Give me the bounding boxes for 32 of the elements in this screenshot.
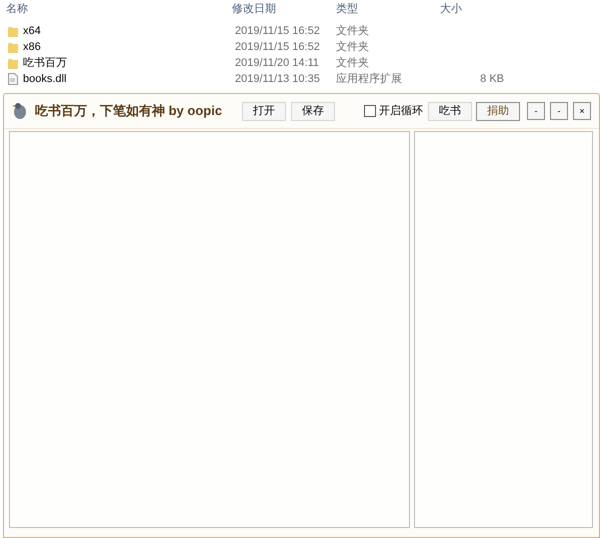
bird-icon — [12, 101, 28, 121]
file-name[interactable]: 吃书百万 — [23, 54, 67, 72]
column-header[interactable]: 大小 — [438, 0, 498, 18]
column-header[interactable]: 名称 — [0, 0, 230, 18]
window-title: 吃书百万，下笔如有神 by oopic — [35, 102, 222, 120]
folder-icon — [8, 42, 18, 52]
file-type: 文件夹 — [335, 40, 370, 55]
column-header[interactable]: 类型 — [334, 0, 438, 18]
action-button[interactable]: 吃书 — [428, 102, 472, 120]
file-date: 2019/11/13 10:35 — [234, 72, 321, 87]
column-header[interactable]: 修改日期 — [230, 0, 334, 18]
checkbox-label: 开启循环 — [379, 104, 423, 119]
file-icon — [8, 73, 18, 85]
folder-icon — [8, 58, 18, 68]
file-type: 应用程序扩展 — [335, 72, 403, 87]
folder-icon — [8, 26, 18, 36]
file-name[interactable]: books.dll — [23, 70, 66, 88]
file-date: 2019/11/15 16:52 — [234, 24, 321, 39]
window-control-button[interactable]: - — [550, 102, 568, 120]
window-control-button[interactable]: - — [527, 102, 545, 120]
file-type: 文件夹 — [335, 56, 370, 71]
file-name[interactable]: x64 — [23, 22, 41, 40]
file-size: 8 KB — [480, 72, 504, 85]
file-date: 2019/11/20 14:11 — [234, 56, 320, 71]
toolbar-button[interactable]: 保存 — [291, 102, 336, 120]
file-date: 2019/11/15 16:52 — [234, 40, 321, 55]
action-button[interactable]: 捐助 — [476, 102, 520, 120]
file-type: 文件夹 — [335, 24, 370, 39]
checkbox[interactable] — [364, 105, 376, 117]
window-control-button[interactable]: × — [573, 102, 591, 120]
file-name[interactable]: x86 — [23, 38, 41, 56]
toolbar-button[interactable]: 打开 — [242, 102, 286, 120]
